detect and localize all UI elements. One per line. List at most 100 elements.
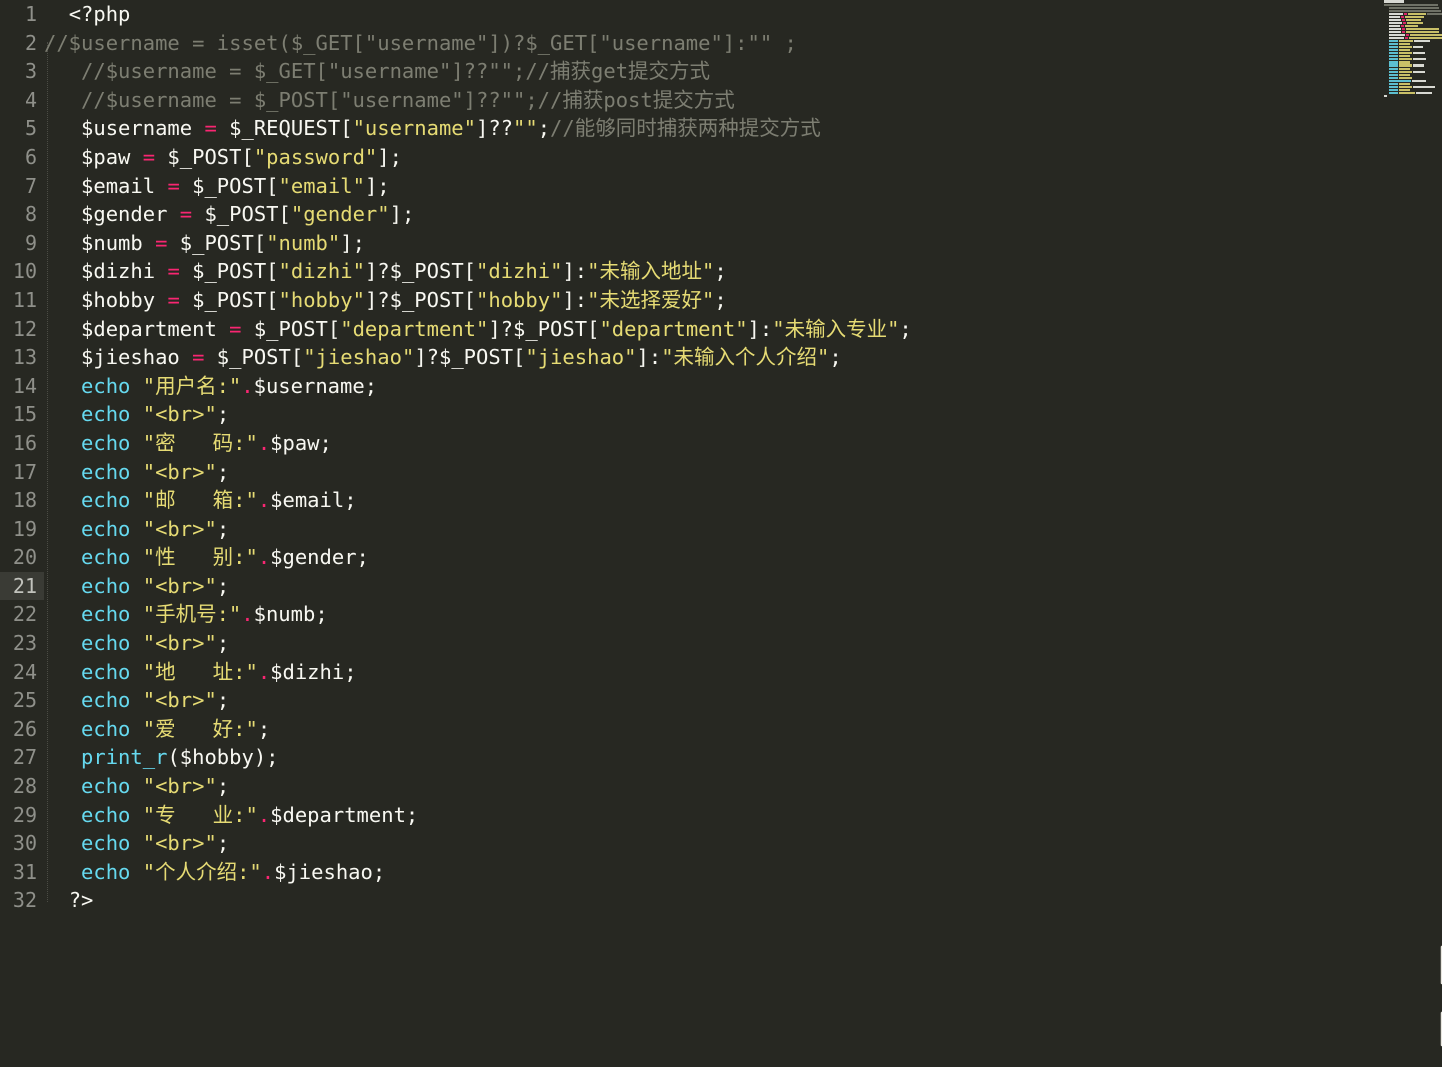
- code-line[interactable]: echo "用户名:".$username;: [44, 372, 1442, 401]
- token-def: $gender: [81, 202, 180, 227]
- code-line[interactable]: $jieshao = $_POST["jieshao"]?$_POST["jie…: [44, 343, 1442, 372]
- token-str: "dizhi": [476, 259, 563, 284]
- code-line[interactable]: echo "专 业:".$department;: [44, 801, 1442, 830]
- minimap-token: [1389, 79, 1411, 82]
- code-line[interactable]: echo "<br>";: [44, 400, 1442, 429]
- code-line[interactable]: echo "<br>";: [44, 772, 1442, 801]
- code-line[interactable]: echo "地 址:".$dizhi;: [44, 658, 1442, 687]
- code-line[interactable]: echo "<br>";: [44, 686, 1442, 715]
- minimap-token: [1405, 37, 1408, 40]
- code-line[interactable]: print_r($hobby);: [44, 743, 1442, 772]
- minimap-token: [1406, 18, 1421, 21]
- minimap-token: [1402, 18, 1405, 21]
- minimap-token: [1399, 67, 1410, 70]
- minimap-token: [1389, 88, 1398, 91]
- line-number: 24: [12, 659, 37, 684]
- minimap-token: [1413, 58, 1426, 61]
- minimap-token: [1389, 9, 1441, 12]
- token-op: .: [257, 802, 271, 827]
- code-lines[interactable]: <?php //$username = isset($_GET["username…: [44, 0, 1442, 915]
- minimap-token: [1399, 76, 1412, 79]
- code-line[interactable]: <?php: [44, 0, 1442, 29]
- line-number: 6: [24, 144, 37, 169]
- token-def: $_POST[: [179, 259, 279, 284]
- minimap-token: [1389, 30, 1401, 34]
- code-line[interactable]: echo "爱 好:";: [44, 715, 1442, 744]
- token-op: .: [257, 659, 271, 684]
- minimap-token: [1384, 3, 1438, 6]
- line-number: 17: [12, 459, 37, 484]
- token-str: "department": [599, 316, 748, 341]
- minimap-token: [1389, 52, 1398, 55]
- line-number: 9: [24, 230, 37, 255]
- code-line[interactable]: echo "手机号:".$numb;: [44, 600, 1442, 629]
- token-op: =: [204, 116, 217, 141]
- token-str: "jieshao": [525, 345, 637, 370]
- code-line[interactable]: $email = $_POST["email"];: [44, 172, 1442, 201]
- code-line[interactable]: ?>: [44, 886, 1442, 915]
- code-editor[interactable]: 1 2 3 4 5 6 7 8 9 10 11 12 13 14 15 16 17 18 19 20 21 22 23 24 2…: [0, 0, 1442, 1067]
- line-number: 2: [24, 30, 37, 55]
- token-str: "hobby": [476, 287, 563, 312]
- code-line[interactable]: echo "<br>";: [44, 629, 1442, 658]
- minimap-token: [1389, 49, 1398, 52]
- token-def: ;: [714, 259, 727, 284]
- code-line[interactable]: $hobby = $_POST["hobby"]?$_POST["hobby"]…: [44, 286, 1442, 315]
- code-line[interactable]: //$username = $_POST["username"]??"";//捕…: [44, 86, 1442, 115]
- code-line[interactable]: echo "密 码:".$paw;: [44, 429, 1442, 458]
- code-line[interactable]: echo "性 别:".$gender;: [44, 543, 1442, 572]
- code-line[interactable]: //$username = isset($_GET["username"])?$…: [44, 29, 1442, 58]
- token-str: "地 址:": [142, 659, 258, 684]
- code-content-area[interactable]: <?php //$username = isset($_GET["username…: [44, 0, 1442, 1067]
- token-def: $department: [81, 316, 230, 341]
- code-line[interactable]: $gender = $_POST["gender"];: [44, 200, 1442, 229]
- token-def: ];: [377, 144, 402, 169]
- code-line[interactable]: $paw = $_POST["password"];: [44, 143, 1442, 172]
- minimap-token: [1402, 27, 1405, 30]
- code-line[interactable]: echo "个人介绍:".$jieshao;: [44, 858, 1442, 887]
- token-com: //$username = $_POST["username"]??"";//捕…: [81, 87, 735, 112]
- code-line[interactable]: $username = $_REQUEST["username"]??"";//…: [44, 114, 1442, 143]
- token-str: "email": [278, 173, 365, 198]
- code-line[interactable]: echo "<br>";: [44, 572, 1442, 601]
- token-def: ;: [216, 688, 230, 713]
- minimap-token: [1414, 40, 1430, 43]
- code-minimap[interactable]: [1380, 0, 1442, 1067]
- token-op: .: [241, 602, 254, 627]
- token-str: "department": [340, 316, 489, 341]
- minimap-token: [1388, 12, 1404, 15]
- code-line[interactable]: echo "邮 箱:".$email;: [44, 486, 1442, 515]
- token-str: "jieshao": [303, 345, 415, 370]
- token-str: "<br>": [142, 631, 217, 656]
- code-line[interactable]: //$username = $_GET["username"]??"";//捕获…: [44, 57, 1442, 86]
- minimap-token: [1404, 12, 1408, 15]
- token-def: $paw: [81, 144, 143, 169]
- code-line[interactable]: $dizhi = $_POST["dizhi"]?$_POST["dizhi"]…: [44, 257, 1442, 286]
- line-number: 22: [12, 602, 37, 627]
- code-line[interactable]: echo "<br>";: [44, 829, 1442, 858]
- minimap-token: [1413, 70, 1425, 73]
- minimap-token: [1389, 70, 1398, 73]
- token-kw: echo: [81, 545, 143, 570]
- code-line[interactable]: $numb = $_POST["numb"];: [44, 229, 1442, 258]
- token-op: =: [142, 144, 156, 169]
- token-tag: <?php: [68, 2, 131, 26]
- token-op: =: [179, 202, 193, 227]
- minimap-line: [1380, 94, 1442, 98]
- minimap-token: [1389, 46, 1398, 49]
- code-line[interactable]: echo "<br>";: [44, 515, 1442, 544]
- minimap-token: [1413, 46, 1423, 49]
- token-op: =: [192, 345, 205, 370]
- code-line[interactable]: $department = $_POST["department"]?$_POS…: [44, 315, 1442, 344]
- minimap-token: [1399, 82, 1410, 85]
- token-kw: echo: [81, 802, 143, 827]
- code-line[interactable]: echo "<br>";: [44, 458, 1442, 487]
